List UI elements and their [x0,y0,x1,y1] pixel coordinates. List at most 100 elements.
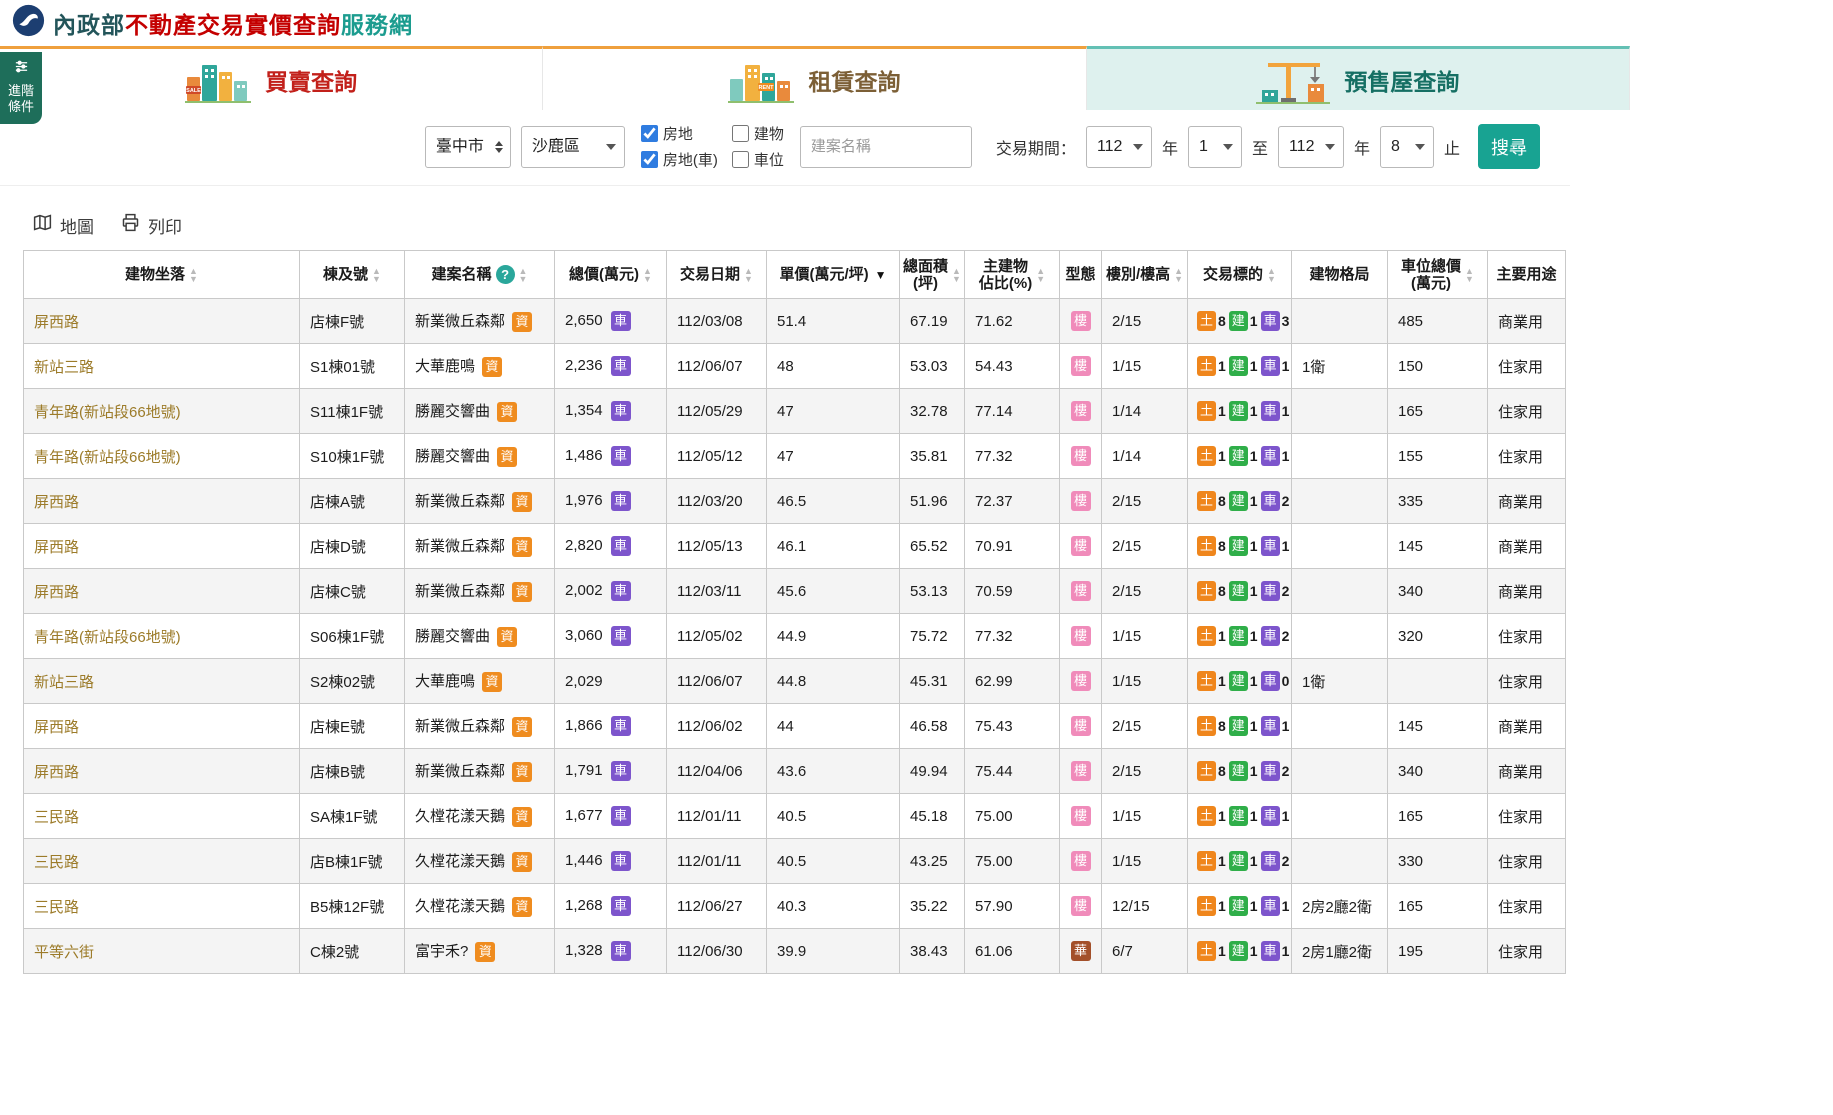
location-link[interactable]: 三民路 [34,809,79,826]
column-header-location[interactable]: 建物坐落▲▼ [24,251,300,299]
sort-arrows-icon[interactable]: ▲▼ [519,267,528,283]
info-badge[interactable]: 資 [482,357,502,377]
table-row[interactable]: 新站三路S1棟01號大華鹿鳴資2,236車112/06/074853.0354.… [24,344,1566,389]
table-row[interactable]: 平等六街C棟2號富宇禾?資1,328車112/06/3039.938.4361.… [24,929,1566,974]
column-header-main-ratio[interactable]: 主建物 佔比(%)▲▼ [965,251,1060,299]
info-badge[interactable]: 資 [512,582,532,602]
info-badge[interactable]: 資 [512,312,532,332]
info-badge[interactable]: 資 [512,762,532,782]
unit-price-cell: 48 [767,344,900,389]
table-row[interactable]: 青年路(新站段66地號)S06棟1F號勝麗交響曲資3,060車112/05/02… [24,614,1566,659]
table-row[interactable]: 屏西路店棟C號新業微丘森鄰資2,002車112/03/1145.653.1370… [24,569,1566,614]
table-row[interactable]: 屏西路店棟A號新業微丘森鄰資1,976車112/03/2046.551.9672… [24,479,1566,524]
location-link[interactable]: 屏西路 [34,764,79,781]
sort-arrows-icon[interactable]: ▲▼ [744,267,753,283]
location-link[interactable]: 屏西路 [34,719,79,736]
sort-arrows-icon[interactable]: ▲▼ [1174,267,1183,283]
map-button[interactable]: 地圖 [32,212,94,238]
column-header-parking-price[interactable]: 車位總價 (萬元)▲▼ [1388,251,1488,299]
end-month-select[interactable]: 8 [1380,126,1434,168]
info-badge[interactable]: 資 [512,807,532,827]
house-land-parking-checkbox[interactable] [641,151,658,168]
start-year-select[interactable]: 112 [1086,126,1152,168]
tab-presale-query[interactable]: 預售屋查詢 [1087,46,1630,110]
district-select[interactable]: 沙鹿區 [521,126,625,168]
info-badge[interactable]: 資 [512,897,532,917]
checkbox-parking[interactable]: 車位 [732,149,784,170]
info-badge[interactable]: 資 [497,627,517,647]
column-header-date[interactable]: 交易日期▲▼ [667,251,767,299]
column-header-targets[interactable]: 交易標的▲▼ [1188,251,1292,299]
city-select[interactable]: 臺中市 [425,126,511,168]
start-month-select[interactable]: 1 [1188,126,1242,168]
results-table: 建物坐落▲▼棟及號▲▼建案名稱?▲▼總價(萬元)▲▼交易日期▲▼單價(萬元/坪)… [23,250,1566,974]
location-link[interactable]: 平等六街 [34,944,94,961]
total-area-cell: 35.81 [900,434,965,479]
column-header-total-area[interactable]: 總面積 (坪)▲▼ [900,251,965,299]
tab-rent-query[interactable]: RENT 租賃查詢 [543,46,1086,110]
location-link[interactable]: 三民路 [34,854,79,871]
checkbox-house-land-parking[interactable]: 房地(車) [641,149,718,170]
help-icon[interactable]: ? [496,265,515,284]
column-header-floor[interactable]: 樓別/樓高▲▼ [1102,251,1188,299]
sort-arrows-icon[interactable]: ▲▼ [1267,267,1276,283]
advanced-filter-button[interactable]: 進階條件 [0,52,42,124]
info-badge[interactable]: 資 [475,942,495,962]
location-link[interactable]: 青年路(新站段66地號) [34,629,181,646]
table-row[interactable]: 屏西路店棟B號新業微丘森鄰資1,791車112/04/0643.649.9475… [24,749,1566,794]
table-row[interactable]: 三民路SA棟1F號久樘花漾天鵝資1,677車112/01/1140.545.18… [24,794,1566,839]
table-row[interactable]: 屏西路店棟D號新業微丘森鄰資2,820車112/05/1346.165.5270… [24,524,1566,569]
info-badge[interactable]: 資 [512,492,532,512]
column-header-building-number[interactable]: 棟及號▲▼ [300,251,405,299]
column-header-total-price[interactable]: 總價(萬元)▲▼ [555,251,667,299]
location-link[interactable]: 屏西路 [34,494,79,511]
parking-included-badge: 車 [611,491,631,511]
table-row[interactable]: 青年路(新站段66地號)S11棟1F號勝麗交響曲資1,354車112/05/29… [24,389,1566,434]
transaction-targets-cell: 土8建1車3 [1188,299,1292,344]
location-link[interactable]: 屏西路 [34,314,79,331]
location-link[interactable]: 新站三路 [34,359,94,376]
location-link[interactable]: 屏西路 [34,584,79,601]
info-badge[interactable]: 資 [497,402,517,422]
table-row[interactable]: 三民路B5棟12F號久樘花漾天鵝資1,268車112/06/2740.335.2… [24,884,1566,929]
column-header-project-name[interactable]: 建案名稱?▲▼ [405,251,555,299]
location-link[interactable]: 三民路 [34,899,79,916]
search-button[interactable]: 搜尋 [1478,124,1540,169]
table-row[interactable]: 三民路店B棟1F號久樘花漾天鵝資1,446車112/01/1140.543.25… [24,839,1566,884]
location-link[interactable]: 青年路(新站段66地號) [34,404,181,421]
sort-arrows-icon[interactable]: ▲▼ [372,267,381,283]
checkbox-building[interactable]: 建物 [732,123,784,144]
info-badge[interactable]: 資 [512,717,532,737]
sort-arrows-icon[interactable]: ▲▼ [189,267,198,283]
page-title: 內政部不動產交易實價查詢服務網 [53,6,413,40]
building-checkbox[interactable] [732,125,749,142]
info-badge[interactable]: 資 [482,672,502,692]
sort-arrows-icon[interactable]: ▲▼ [952,267,961,283]
location-cell: 屏西路 [24,299,300,344]
print-button[interactable]: 列印 [120,212,182,238]
house-land-checkbox[interactable] [641,125,658,142]
parking-badge: 車 [1261,536,1280,556]
floor-cell: 2/15 [1102,479,1188,524]
info-badge[interactable]: 資 [512,852,532,872]
info-badge[interactable]: 資 [512,537,532,557]
info-badge[interactable]: 資 [497,447,517,467]
sort-arrows-icon[interactable]: ▲▼ [643,267,652,283]
column-header-unit-price[interactable]: 單價(萬元/坪)▼ [767,251,900,299]
sort-arrows-icon[interactable]: ▲▼ [1465,267,1474,283]
sort-arrows-icon[interactable]: ▲▼ [1036,267,1045,283]
end-year-select[interactable]: 112 [1278,126,1344,168]
location-link[interactable]: 青年路(新站段66地號) [34,449,181,466]
checkbox-house-land[interactable]: 房地 [641,123,718,144]
table-row[interactable]: 屏西路店棟F號新業微丘森鄰資2,650車112/03/0851.467.1971… [24,299,1566,344]
parking-checkbox[interactable] [732,151,749,168]
tab-sale-query[interactable]: SALE 買賣查詢 [0,46,543,110]
sort-desc-active-icon[interactable]: ▼ [875,268,887,282]
table-row[interactable]: 屏西路店棟E號新業微丘森鄰資1,866車112/06/024446.5875.4… [24,704,1566,749]
location-link[interactable]: 屏西路 [34,539,79,556]
location-link[interactable]: 新站三路 [34,674,94,691]
project-name-input[interactable] [800,126,972,168]
table-row[interactable]: 青年路(新站段66地號)S10棟1F號勝麗交響曲資1,486車112/05/12… [24,434,1566,479]
main-ratio-cell: 61.06 [965,929,1060,974]
table-row[interactable]: 新站三路S2棟02號大華鹿鳴資2,029112/06/0744.845.3162… [24,659,1566,704]
